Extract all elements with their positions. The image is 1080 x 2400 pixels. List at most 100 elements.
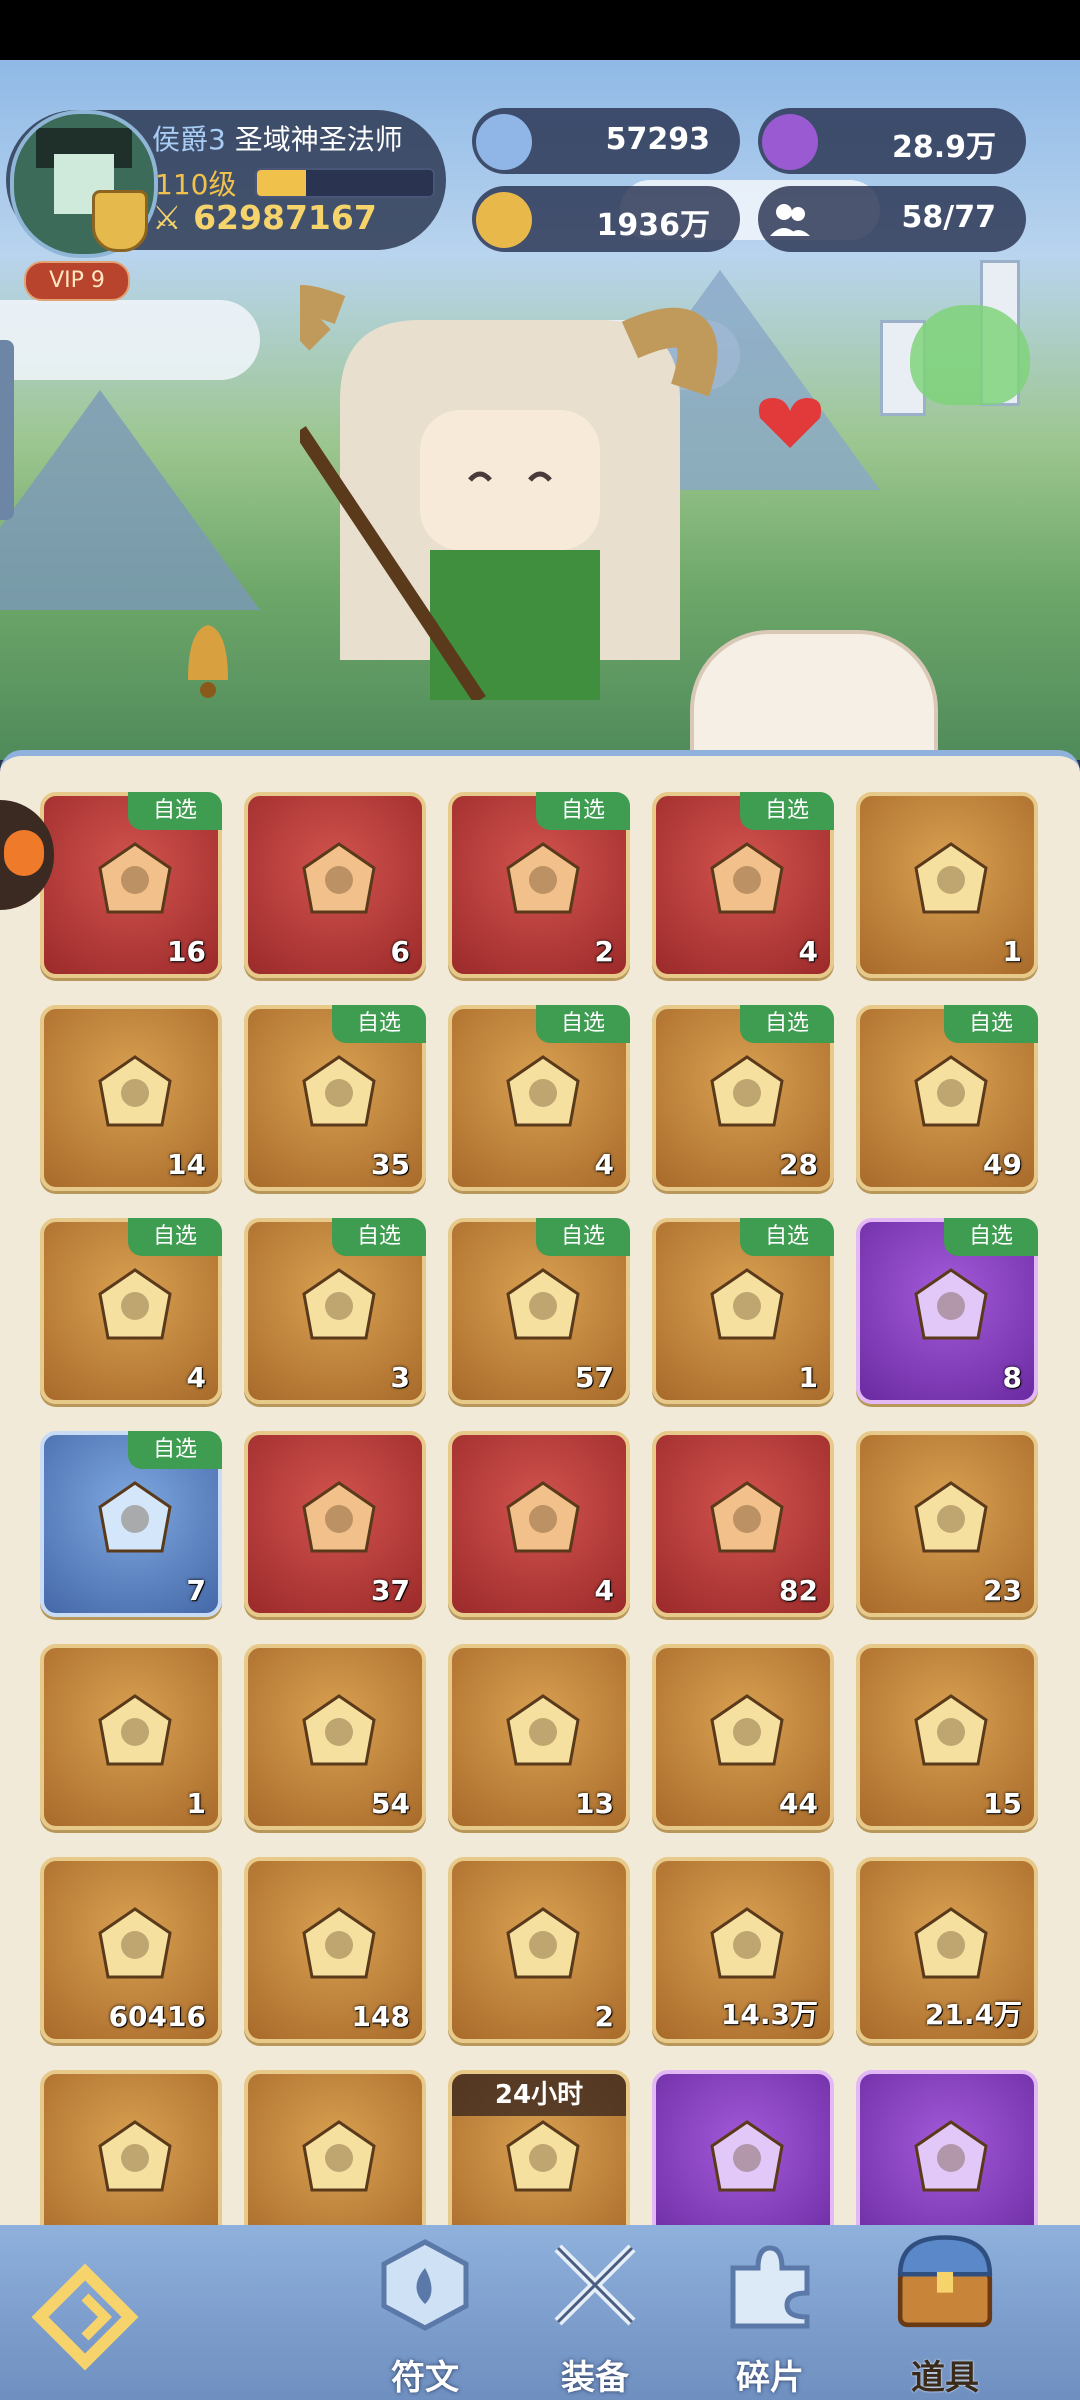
inventory-slot[interactable]: 自选 4 (652, 792, 834, 978)
combat-power-value: 62987167 (193, 198, 377, 237)
select-tag: 自选 (332, 1218, 426, 1256)
item-count: 2 (594, 2000, 614, 2033)
inventory-slot[interactable]: 自选 2 (448, 792, 630, 978)
inventory-slot[interactable]: 自选 28 (652, 1005, 834, 1191)
inventory-slot[interactable]: 自选 7 (40, 1431, 222, 1617)
select-tag: 自选 (536, 792, 630, 830)
blue-ticket-icon (506, 1481, 580, 1553)
blue-key-icon (506, 1907, 580, 1979)
combat-power: ⚔ 62987167 (152, 198, 377, 237)
tab-fragments-label: 碎片 (736, 2358, 804, 2398)
inventory-slot[interactable]: 自选 35 (244, 1005, 426, 1191)
item-count: 82 (779, 1574, 818, 1607)
inventory-slot[interactable]: 1 (40, 1644, 222, 1830)
player-title: 圣域神圣法师 (234, 123, 403, 156)
star-gem-icon (476, 114, 532, 170)
crystal-chest-icon (98, 1268, 172, 1340)
inventory-slot[interactable]: 自选 49 (856, 1005, 1038, 1191)
resource-gold-coin[interactable]: 1936万 (472, 186, 740, 252)
purple-coin-value: 28.9万 (891, 130, 996, 165)
item-count: 15 (983, 1787, 1022, 1820)
item-count: 1 (1002, 935, 1022, 968)
resource-star-gem[interactable]: 57293 (472, 108, 740, 174)
inventory-slot[interactable] (856, 2070, 1038, 2225)
inventory-grid: 自选 16 6 自选 2 自选 4 1 14 自选 35 自选 4 自选 28 自选 49 自选 4 自选 3 自选 57 自… (18, 756, 1062, 2225)
tab-equipment[interactable]: 装备 (520, 2232, 670, 2400)
item-count: 37 (371, 1574, 410, 1607)
blue-rune-chest-icon (98, 1481, 172, 1553)
inventory-slot[interactable]: 自选 57 (448, 1218, 630, 1404)
inventory-slot[interactable]: 23 (856, 1431, 1038, 1617)
home-diamond-icon[interactable] (30, 2262, 140, 2372)
creature-nest-icon (302, 1055, 376, 1127)
rainbow-potion-icon (914, 1694, 988, 1766)
inventory-slot[interactable]: 44 (652, 1644, 834, 1830)
timer-tag: 24小时 (452, 2074, 626, 2116)
select-tag: 自选 (128, 1431, 222, 1469)
inventory-slot[interactable]: 自选 3 (244, 1218, 426, 1404)
chest-icon (897, 2235, 993, 2328)
inventory-slot[interactable] (40, 2070, 222, 2225)
side-edge-tab[interactable] (0, 340, 14, 520)
select-tag: 自选 (944, 1005, 1038, 1043)
item-count: 14.3万 (720, 1998, 818, 2031)
tab-rune-label: 符文 (391, 2358, 459, 2398)
select-tag: 自选 (740, 1005, 834, 1043)
inventory-slot[interactable]: 4 (448, 1431, 630, 1617)
coral-icon (914, 1481, 988, 1553)
item-count: 54 (371, 1787, 410, 1820)
vip-badge[interactable]: VIP 9 (24, 261, 130, 301)
select-tag: 自选 (332, 1005, 426, 1043)
inventory-slot[interactable]: 6 (244, 792, 426, 978)
tab-items[interactable]: 道具 (870, 2232, 1020, 2400)
item-count: 23 (983, 1574, 1022, 1607)
mystery-chest-icon (710, 842, 784, 914)
inventory-slot[interactable]: 自选 4 (40, 1218, 222, 1404)
green-crystal-icon (506, 1694, 580, 1766)
item-count: 13 (575, 1787, 614, 1820)
inventory-slot[interactable]: 148 (244, 1857, 426, 2043)
inventory-slot[interactable]: 24小时 (448, 2070, 630, 2225)
inventory-slot[interactable]: 37 (244, 1431, 426, 1617)
select-tag: 自选 (740, 792, 834, 830)
star-gem-value: 57293 (605, 122, 710, 157)
inventory-slot[interactable]: 21.4万 (856, 1857, 1038, 2043)
inventory-slot[interactable]: 自选 1 (652, 1218, 834, 1404)
tab-fragments[interactable]: 碎片 (695, 2232, 845, 2400)
tab-rune[interactable]: 符文 (350, 2232, 500, 2400)
inventory-slot[interactable]: 54 (244, 1644, 426, 1830)
inventory-slot[interactable]: 14.3万 (652, 1857, 834, 2043)
inventory-slot[interactable]: 1 (856, 792, 1038, 978)
item-count: 1 (798, 1361, 818, 1394)
gold-medal-icon (710, 1907, 784, 1979)
inventory-slot[interactable]: 2 (448, 1857, 630, 2043)
inventory-slot[interactable]: 14 (40, 1005, 222, 1191)
crossed-swords-icon: ⚔ (152, 198, 182, 237)
inventory-slot[interactable]: 13 (448, 1644, 630, 1830)
inventory-slot[interactable]: 自选 8 (856, 1218, 1038, 1404)
resource-purple-coin[interactable]: 28.9万 (758, 108, 1026, 174)
red-crystal-icon (302, 842, 376, 914)
inventory-slot[interactable]: 15 (856, 1644, 1038, 1830)
resource-party[interactable]: 58/77 (758, 186, 1026, 252)
orange-ticket-icon (98, 1694, 172, 1766)
purple-chest-icon (914, 1268, 988, 1340)
rank-shield-icon (92, 190, 148, 252)
gold-coin-icon (476, 192, 532, 248)
inventory-slot[interactable]: 自选 4 (448, 1005, 630, 1191)
item-count: 6 (390, 935, 410, 968)
inventory-slot[interactable]: 自选 16 (40, 792, 222, 978)
item-count: 21.4万 (924, 1998, 1022, 2031)
inventory-slot[interactable]: 60416 (40, 1857, 222, 2043)
hourglass-icon (914, 2120, 988, 2192)
bell-icon (188, 625, 228, 698)
item-count: 4 (186, 1361, 206, 1394)
gold-coin-value: 1936万 (596, 208, 711, 243)
orb-chest-icon (914, 1055, 988, 1127)
select-tag: 自选 (128, 1218, 222, 1256)
treasure-chest-icon (506, 842, 580, 914)
inventory-slot[interactable] (652, 2070, 834, 2225)
inventory-slot[interactable] (244, 2070, 426, 2225)
inventory-slot[interactable]: 82 (652, 1431, 834, 1617)
dragon-egg-icon (98, 2120, 172, 2192)
